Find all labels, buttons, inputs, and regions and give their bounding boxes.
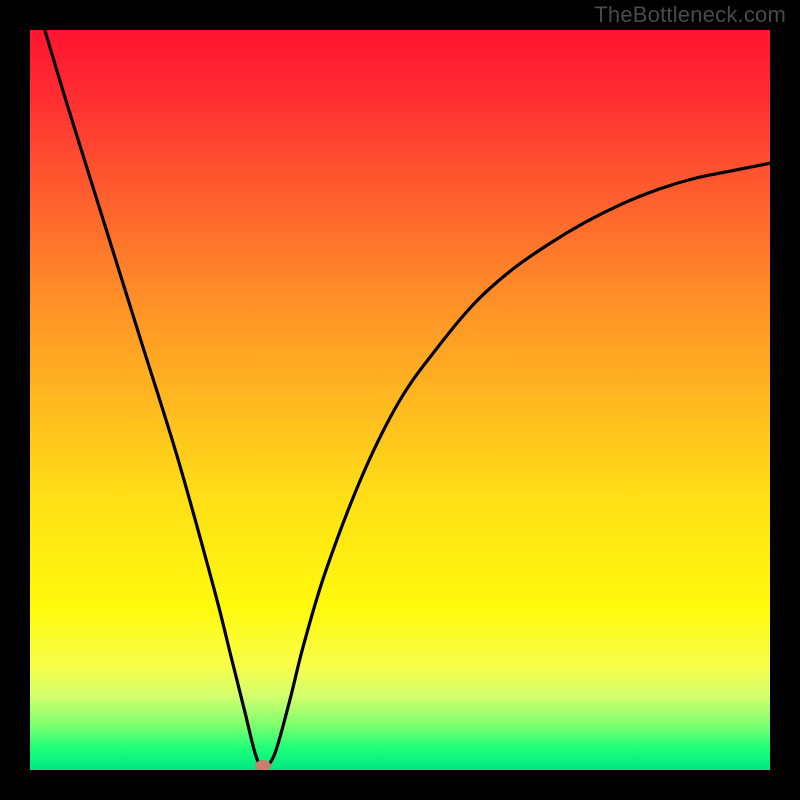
attribution-text: TheBottleneck.com [594, 2, 786, 28]
chart-frame: TheBottleneck.com [0, 0, 800, 800]
min-marker [255, 760, 271, 770]
curve-svg [30, 30, 770, 770]
bottleneck-curve [45, 30, 770, 766]
plot-area [30, 30, 770, 770]
